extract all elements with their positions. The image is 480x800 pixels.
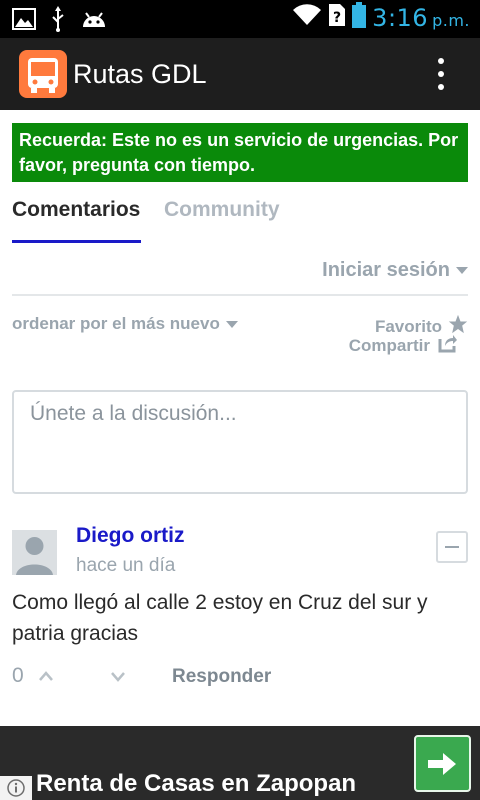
chevron-down-icon [225, 320, 238, 328]
status-left-icons [12, 6, 108, 37]
overflow-menu-icon[interactable] [438, 58, 446, 90]
reply-button[interactable]: Responder [172, 666, 271, 688]
ad-title[interactable]: Renta de Casas en Zapopan [36, 770, 356, 798]
sim-unknown-icon: ? [328, 3, 346, 32]
sort-dropdown[interactable]: ordenar por el más nuevo [12, 314, 238, 334]
comment-input[interactable]: Únete a la discusión... [12, 390, 468, 494]
notice-banner: Recuerda: Este no es un servicio de urge… [12, 123, 468, 182]
info-icon[interactable] [0, 776, 32, 800]
collapse-button[interactable] [436, 531, 468, 563]
bus-icon[interactable] [19, 50, 67, 98]
sort-label: ordenar por el más nuevo [12, 314, 220, 333]
ad-banner[interactable]: Renta de Casas en Zapopan [0, 726, 480, 800]
downvote-icon[interactable] [110, 668, 126, 684]
svg-text:?: ? [333, 10, 341, 26]
clock: 3:16 p.m. [372, 3, 470, 32]
app-title: Rutas GDL [73, 59, 207, 89]
active-tab-indicator [12, 240, 141, 243]
vote-count: 0 [12, 664, 24, 687]
tab-comentarios[interactable]: Comentarios [12, 198, 140, 222]
status-right: ? 3:16 p.m. [292, 2, 470, 33]
login-dropdown[interactable]: Iniciar sesión [322, 259, 468, 282]
share-icon [438, 333, 458, 358]
login-label: Iniciar sesión [322, 259, 450, 281]
android-icon [80, 9, 108, 34]
tab-community[interactable]: Community [164, 198, 280, 222]
status-bar: ? 3:16 p.m. [0, 0, 480, 38]
gallery-icon [12, 8, 36, 35]
action-bar: Rutas GDL [0, 38, 480, 110]
share-button[interactable]: Compartir [349, 333, 458, 358]
battery-icon [352, 2, 367, 33]
comment-author[interactable]: Diego ortiz [76, 524, 185, 548]
divider [12, 294, 468, 296]
comment-time[interactable]: hace un día [76, 555, 175, 577]
minus-icon [445, 546, 459, 548]
upvote-icon[interactable] [38, 668, 54, 684]
wifi-icon [292, 3, 322, 32]
share-label: Compartir [348, 335, 430, 355]
avatar[interactable] [12, 530, 57, 575]
arrow-right-icon[interactable] [414, 735, 471, 792]
comment-body: Como llegó al calle 2 estoy en Cruz del … [12, 591, 428, 645]
usb-icon [50, 6, 66, 37]
chevron-down-icon [456, 267, 468, 274]
